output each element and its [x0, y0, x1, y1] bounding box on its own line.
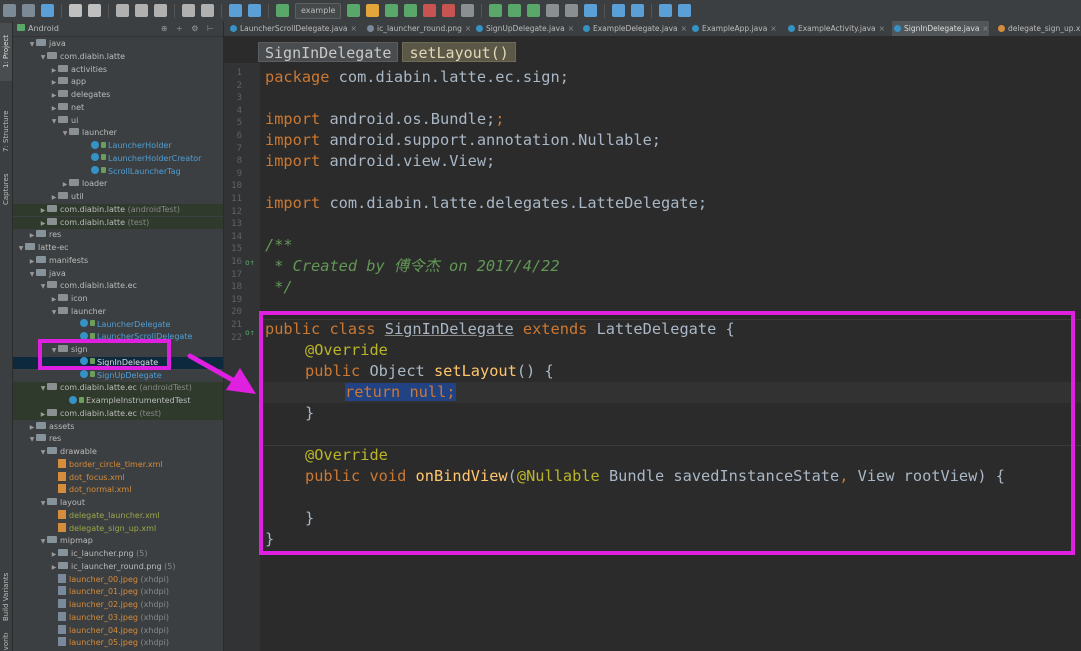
arrow-shaft — [187, 353, 241, 386]
annotation-arrow — [187, 353, 256, 394]
